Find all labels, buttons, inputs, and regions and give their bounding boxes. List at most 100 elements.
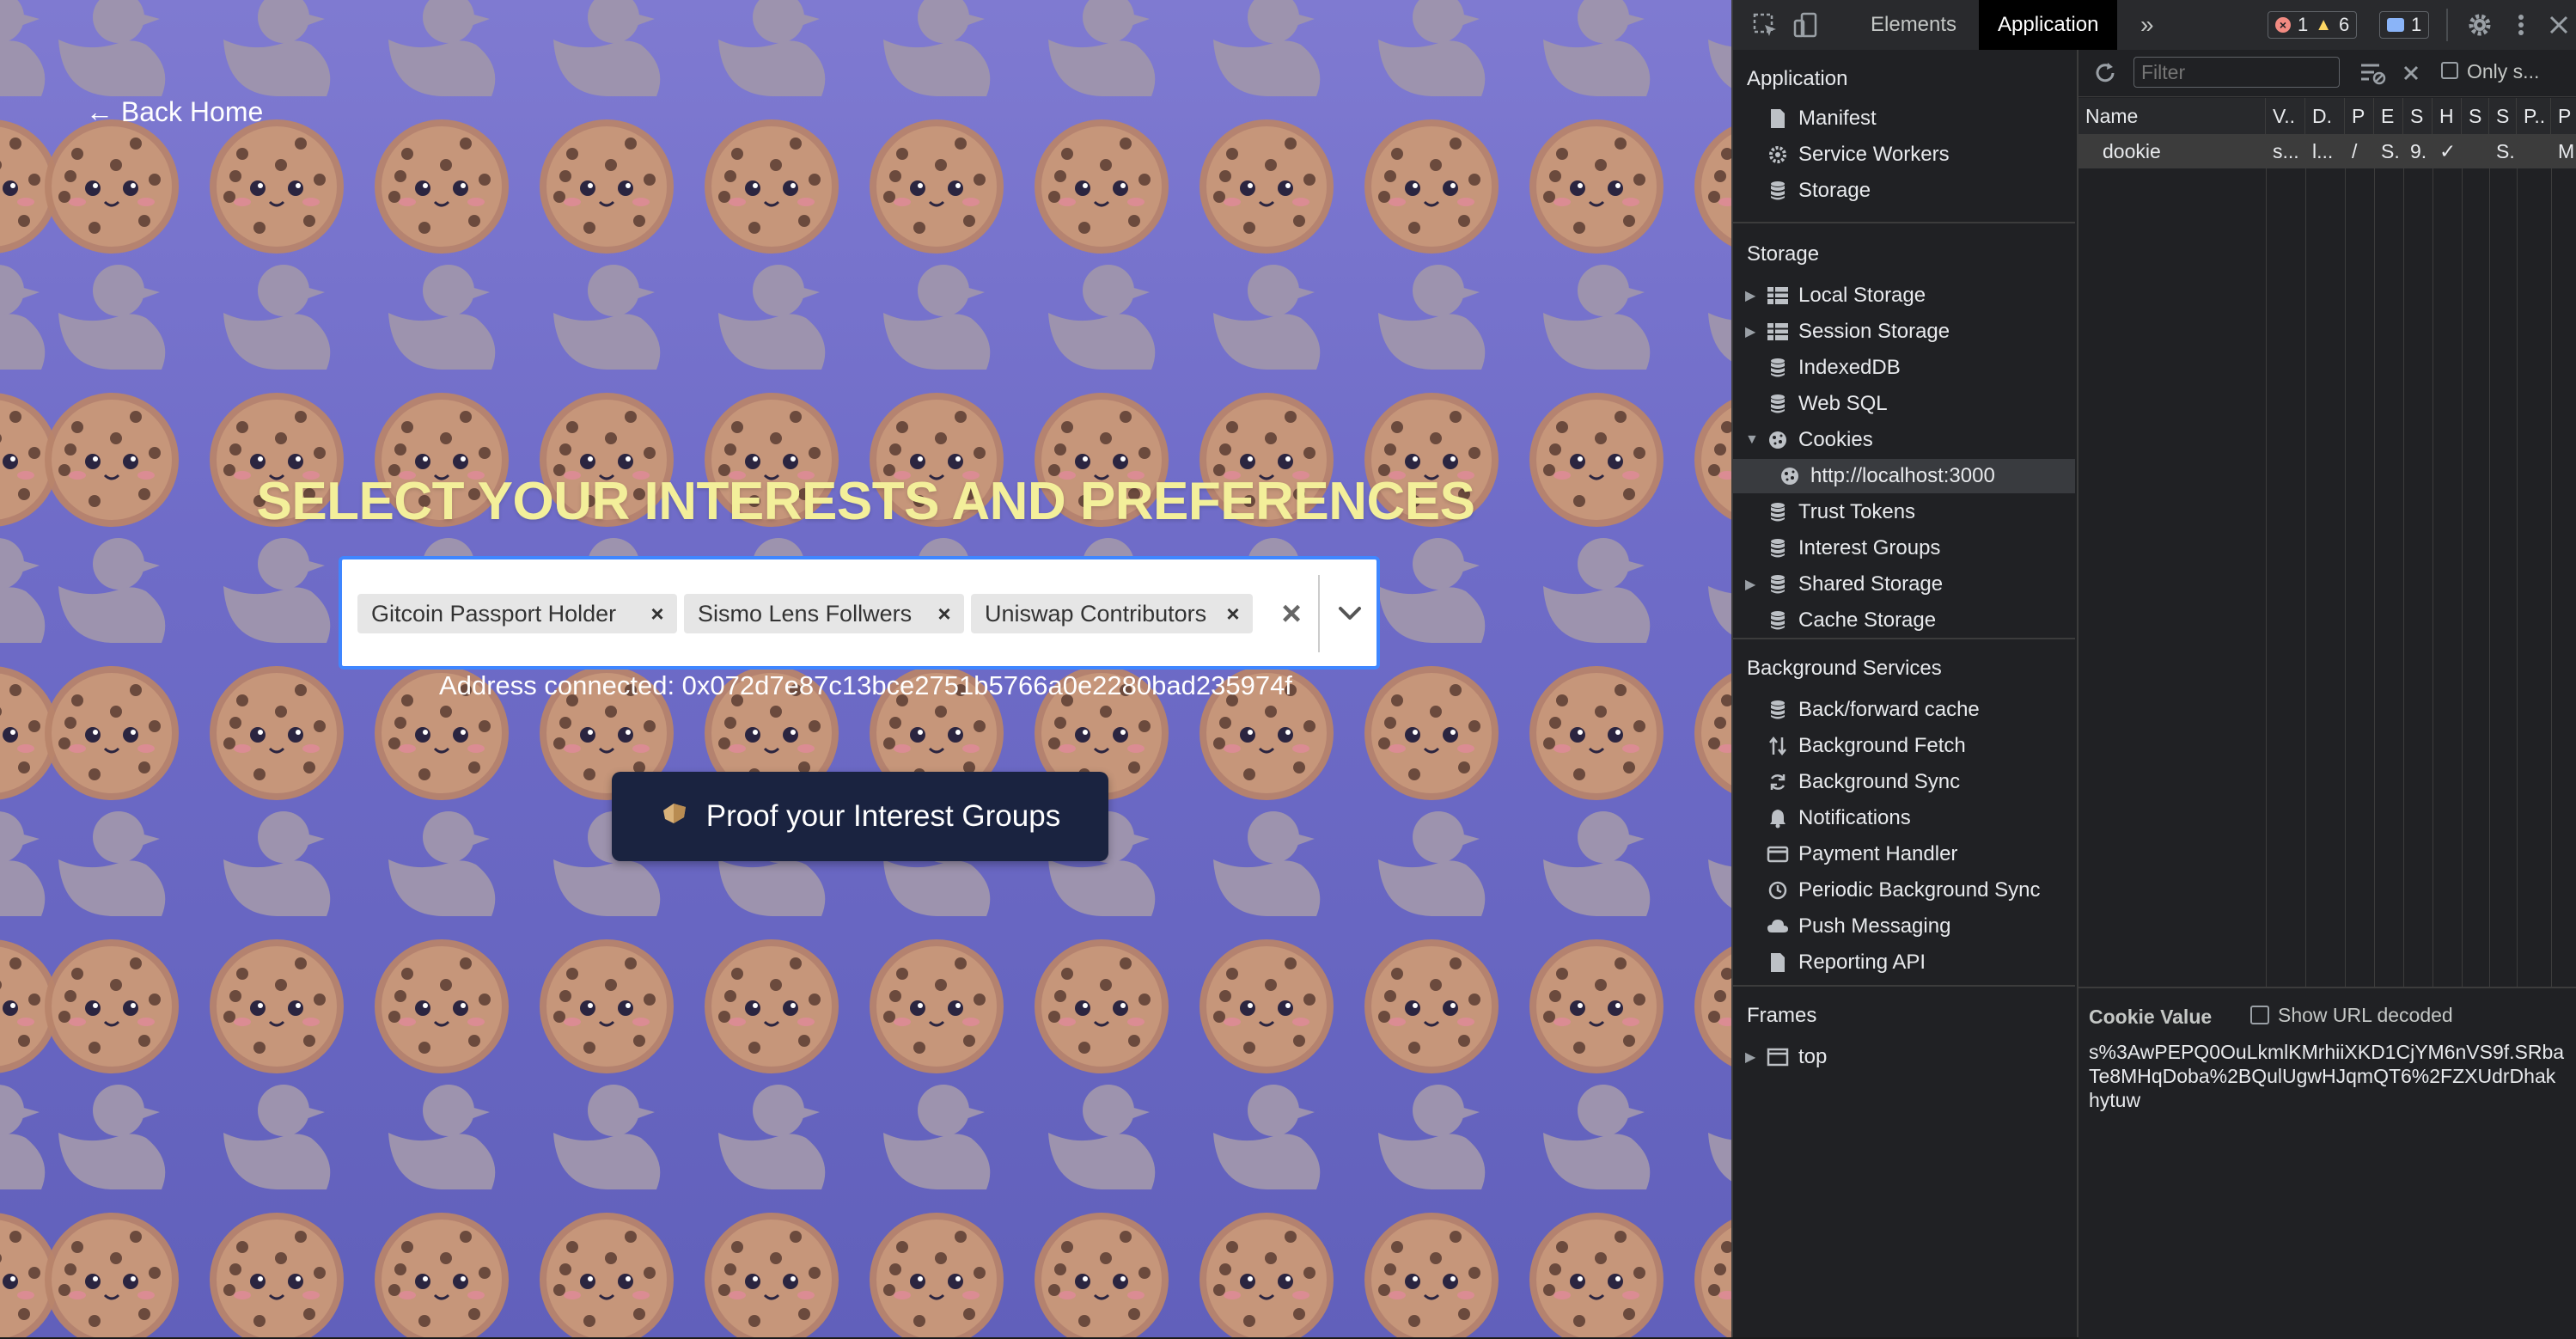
- column-header[interactable]: P: [2345, 98, 2374, 134]
- section-storage: Storage: [1747, 242, 1820, 266]
- column-header[interactable]: P: [2551, 98, 2576, 134]
- sidebar-item-shared-storage[interactable]: ▶ Shared Storage: [1733, 567, 2075, 602]
- clear-all-icon[interactable]: ×: [1270, 592, 1313, 635]
- column-header[interactable]: P..: [2517, 98, 2551, 134]
- duck-pattern-icon: [58, 538, 166, 643]
- column-header[interactable]: S: [2462, 98, 2489, 134]
- close-icon[interactable]: [2544, 10, 2573, 40]
- sidebar-item-reporting-api[interactable]: Reporting API: [1733, 945, 2075, 980]
- cookie-pattern-icon: [375, 119, 509, 254]
- sidebar-item-label: Manifest: [1798, 107, 1877, 130]
- refresh-icon[interactable]: [2092, 60, 2118, 90]
- sidebar-item-label: top: [1798, 1045, 1828, 1068]
- device-toolbar-icon[interactable]: [1792, 10, 1821, 40]
- grid-icon: [1764, 320, 1792, 344]
- inspect-element-icon[interactable]: [1750, 10, 1779, 40]
- page-title: SELECT YOUR INTERESTS AND PREFERENCES: [256, 472, 1475, 531]
- sidebar-item-label: Trust Tokens: [1798, 500, 1916, 523]
- expand-down-icon[interactable]: ▼: [1745, 432, 1759, 448]
- duck-pattern-icon: [223, 1085, 331, 1189]
- column-header[interactable]: S: [2403, 98, 2433, 134]
- clear-filtered-icon[interactable]: [2359, 60, 2386, 90]
- column-divider: [2462, 134, 2463, 1036]
- column-header[interactable]: V..: [2266, 98, 2305, 134]
- more-options-icon[interactable]: [2506, 10, 2536, 40]
- tab-elements[interactable]: Elements: [1852, 0, 1975, 50]
- column-header[interactable]: E: [2374, 98, 2403, 134]
- duck-pattern-icon: [0, 811, 46, 916]
- sidebar-item-top[interactable]: ▶ top: [1733, 1040, 2075, 1074]
- column-header[interactable]: D.: [2305, 98, 2345, 134]
- cookie-pattern-icon: [1694, 126, 1731, 247]
- section-divider: [1733, 638, 2075, 639]
- sidebar-item-notifications[interactable]: Notifications: [1733, 801, 2075, 835]
- issues-counter[interactable]: × 1 ▲ 6: [2268, 11, 2358, 39]
- sidebar-item-background-sync[interactable]: Background Sync: [1733, 765, 2075, 799]
- more-tabs-icon[interactable]: »: [2121, 0, 2173, 50]
- sidebar-item-trust-tokens[interactable]: Trust Tokens: [1733, 495, 2075, 529]
- tab-application[interactable]: Application: [1979, 0, 2118, 50]
- proof-interest-groups-button[interactable]: Proof your Interest Groups: [612, 772, 1108, 861]
- chip-sismo: Sismo Lens Follwers ×: [684, 594, 964, 633]
- duck-pattern-icon: [0, 1085, 46, 1189]
- toolbar-divider: [2446, 9, 2448, 41]
- sidebar-item-service-workers[interactable]: Service Workers: [1733, 138, 2075, 172]
- only-issues-checkbox[interactable]: [2441, 62, 2458, 79]
- sidebar-item-web-sql[interactable]: Web SQL: [1733, 387, 2075, 421]
- sidebar-item-payment-handler[interactable]: Payment Handler: [1733, 837, 2075, 871]
- sidebar-item-storage[interactable]: Storage: [1733, 174, 2075, 208]
- clear-all-cookies-icon[interactable]: [2398, 60, 2424, 90]
- chip-remove-icon[interactable]: ×: [638, 594, 677, 633]
- duck-pattern-icon: [223, 0, 331, 96]
- table-cell: 9.: [2410, 139, 2427, 162]
- database-icon: [1764, 392, 1792, 416]
- column-header[interactable]: Name: [2079, 98, 2266, 134]
- warning-count: 6: [2339, 14, 2350, 35]
- sidebar-item-interest-groups[interactable]: Interest Groups: [1733, 531, 2075, 566]
- back-home-link[interactable]: ← Back Home: [86, 96, 263, 128]
- sidebar-item-label: http://localhost:3000: [1810, 464, 1995, 487]
- expand-right-icon[interactable]: ▶: [1745, 1049, 1757, 1066]
- sidebar-item-periodic-background-sync[interactable]: Periodic Background Sync: [1733, 873, 2075, 908]
- expand-right-icon[interactable]: ▶: [1745, 323, 1757, 340]
- expand-right-icon[interactable]: ▶: [1745, 287, 1757, 304]
- cookie-pattern-icon: [1694, 1220, 1731, 1337]
- chevron-down-icon[interactable]: [1328, 592, 1371, 635]
- interests-multiselect[interactable]: Gitcoin Passport Holder × Sismo Lens Fol…: [339, 556, 1380, 670]
- show-url-decoded-label: Show URL decoded: [2278, 1004, 2453, 1026]
- column-header[interactable]: S: [2489, 98, 2517, 134]
- messages-counter[interactable]: 1: [2379, 11, 2430, 39]
- sidebar-item-back-forward-cache[interactable]: Back/forward cache: [1733, 693, 2075, 727]
- table-cell: s...: [2273, 139, 2299, 162]
- sidebar-item-label: Background Sync: [1798, 770, 1961, 793]
- sidebar-item-label: Periodic Background Sync: [1798, 878, 2041, 902]
- sidebar-item-indexeddb[interactable]: IndexedDB: [1733, 351, 2075, 385]
- filter-input[interactable]: [2133, 57, 2340, 88]
- sidebar-item-cache-storage[interactable]: Cache Storage: [1733, 603, 2075, 638]
- cloud-icon: [1764, 914, 1792, 939]
- chip-label: Uniswap Contributors: [985, 600, 1207, 627]
- gear-icon[interactable]: [2465, 10, 2494, 40]
- sidebar-item-cookies[interactable]: ▼ Cookies: [1733, 423, 2075, 457]
- show-url-decoded-checkbox[interactable]: [2250, 1006, 2269, 1024]
- sidebar-item-session-storage[interactable]: ▶ Session Storage: [1733, 315, 2075, 349]
- chip-remove-icon[interactable]: ×: [1213, 594, 1253, 633]
- expand-right-icon[interactable]: ▶: [1745, 576, 1757, 593]
- duck-pattern-icon: [1213, 0, 1321, 96]
- table-cell: [2462, 134, 2489, 168]
- duck-pattern-icon: [58, 0, 166, 96]
- sidebar-item-http-localhost-3000[interactable]: http://localhost:3000: [1733, 459, 2075, 493]
- table-row[interactable]: dookie s... l... / S. 9. ✓ S. M: [2079, 134, 2576, 168]
- cookie-pattern-icon: [870, 1213, 1004, 1337]
- sidebar-item-manifest[interactable]: Manifest: [1733, 101, 2075, 136]
- sidebar-item-local-storage[interactable]: ▶ Local Storage: [1733, 278, 2075, 313]
- sidebar-item-push-messaging[interactable]: Push Messaging: [1733, 909, 2075, 944]
- sidebar-item-background-fetch[interactable]: Background Fetch: [1733, 729, 2075, 763]
- duck-pattern-icon: [1378, 811, 1486, 916]
- chip-remove-icon[interactable]: ×: [925, 594, 964, 633]
- cookie-pattern-icon: [45, 939, 179, 1073]
- duck-pattern-icon: [1048, 1085, 1156, 1189]
- column-divider: [2403, 134, 2404, 1036]
- cookie-pattern-icon: [1199, 119, 1334, 254]
- column-header[interactable]: H: [2433, 98, 2462, 134]
